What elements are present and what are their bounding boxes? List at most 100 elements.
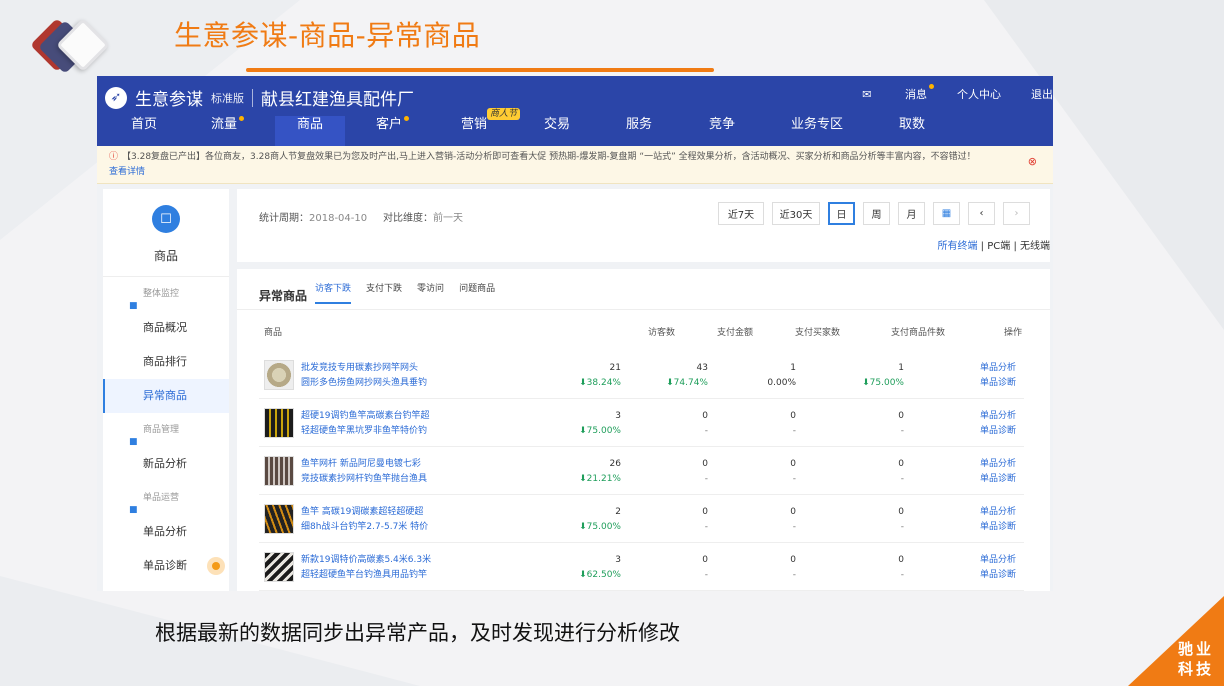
product-thumbnail[interactable] [264, 552, 294, 582]
slide-caption: 根据最新的数据同步出异常产品，及时发现进行分析修改 [155, 621, 680, 645]
sidebar-group: ■ 整体监控 [103, 277, 229, 311]
metric-cell: 0- [898, 411, 904, 436]
metric-cell: 3 ⬇62.50% [579, 555, 621, 580]
sidebar-title: 商品 [153, 249, 178, 263]
table-row: 鱼竿网杆 新品阿尼曼电镀七彩 竞技碳素抄网杆钓鱼竿抛台渔具 26 ⬇21.21% 0- 0… [259, 447, 1024, 495]
last-30-days-button[interactable]: 近30天 [772, 202, 820, 225]
nav-item-marketing[interactable]: 营销 商人节 [461, 108, 521, 146]
nav-item-traffic[interactable]: 流量 [211, 116, 244, 146]
metric-cell: 43 ⬇74.74% [666, 363, 708, 388]
slide-logo [26, 16, 116, 76]
sidebar-group: ■ 单品运营 [103, 481, 229, 515]
arrow-down-icon: ⬇ [579, 474, 587, 484]
messages-link[interactable]: ✉ 消息 [832, 84, 934, 102]
sidebar-item-new-analysis[interactable]: 新品分析 [103, 447, 229, 481]
sidebar-group: ■ 商品管理 [103, 413, 229, 447]
tab-problem-products[interactable]: 问题商品 [459, 281, 495, 304]
divider [237, 309, 1050, 310]
row-actions: 单品分析 单品诊断 [980, 409, 1016, 439]
nav-item-data[interactable]: 取数 [899, 116, 925, 146]
notice-bar: ⓘ 【3.28复盘已产出】各位商友，3.28商人节复盘效果已为您及时产出,马上进入… [97, 146, 1053, 184]
month-button[interactable]: 月 [898, 202, 925, 225]
column-header: 支付金额 [717, 328, 754, 338]
sidebar-item-abnormal[interactable]: 异常商品 [103, 379, 229, 413]
profile-link[interactable]: 个人中心 [957, 86, 1001, 102]
tab-zero-visits[interactable]: 零访问 [417, 281, 444, 304]
week-button[interactable]: 周 [863, 202, 890, 225]
tab-visitor-drop[interactable]: 访客下跌 [315, 281, 352, 304]
metric-cell: 0- [702, 411, 708, 436]
logout-link[interactable]: 退出 [1031, 86, 1053, 102]
app-screenshot: ➶ 生意参谋 标准版 献县红建渔具配件厂 ✉ 消息 个人中心 退出 首页 流量 … [97, 76, 1053, 591]
product-thumbnail[interactable] [264, 456, 294, 486]
column-header: 操作 [1004, 328, 1023, 338]
chevron-right-icon[interactable]: › [1003, 202, 1030, 225]
nav-item-customers[interactable]: 客户 [376, 116, 409, 146]
tab-payment-drop[interactable]: 支付下跌 [366, 281, 402, 304]
single-diagnosis-link[interactable]: 单品诊断 [980, 424, 1016, 439]
top-links: ✉ 消息 个人中心 退出 [802, 84, 1053, 102]
metric-cell: 0- [790, 411, 796, 436]
brand[interactable]: ➶ 生意参谋 标准版 献县红建渔具配件厂 [105, 85, 414, 110]
close-icon[interactable]: ⊗ [1028, 154, 1037, 169]
table-row: 批发竞技专用碳素抄网竿网头 圆形多色捞鱼网抄网头渔具垂钓 21 ⬇38.24% 43 ⬇7… [259, 351, 1024, 399]
single-analysis-link[interactable]: 单品分析 [980, 553, 1016, 568]
notice-text: 【3.28复盘已产出】各位商友，3.28商人节复盘效果已为您及时产出,马上进入营… [122, 152, 976, 162]
column-header: 支付买家数 [795, 328, 841, 338]
single-diagnosis-link[interactable]: 单品诊断 [980, 376, 1016, 391]
sidebar-item-single-analysis[interactable]: 单品分析 [103, 515, 229, 549]
column-header: 支付商品件数 [891, 328, 946, 338]
table-row: 鱼竿 高碳19调碳素超轻超硬超 细8h战斗台钓竿2.7-5.7米 特价 2 ⬇75.0… [259, 495, 1024, 543]
terminal-filter: 所有终端 | PC端 | 无线端 [937, 241, 1050, 252]
metric-cell: 3 ⬇75.00% [579, 411, 621, 436]
product-title-link[interactable]: 超硬19调钓鱼竿高碳素台钓竿超 轻超硬鱼竿黑坑罗非鱼竿特价钓 [301, 409, 429, 439]
product-title-link[interactable]: 批发竞技专用碳素抄网竿网头 圆形多色捞鱼网抄网头渔具垂钓 [301, 361, 427, 391]
period-info: 统计周期：2018-04-10 对比维度：前一天 [259, 213, 464, 224]
product-thumbnail[interactable] [264, 408, 294, 438]
abnormal-products-panel: 异常商品 访客下跌 支付下跌 零访问 问题商品 商品 访客数 支付金额 支付买家… [237, 269, 1050, 591]
metric-cell: 0- [790, 555, 796, 580]
compare-value: 前一天 [433, 213, 464, 224]
metric-cell: 0- [702, 507, 708, 532]
terminal-all[interactable]: 所有终端 [937, 241, 977, 252]
nav-item-home[interactable]: 首页 [131, 116, 157, 146]
single-analysis-link[interactable]: 单品分析 [980, 409, 1016, 424]
sidebar-item-single-diagnosis[interactable]: 单品诊断 [103, 549, 229, 583]
single-analysis-link[interactable]: 单品分析 [980, 361, 1016, 376]
metric-cell: 0- [790, 459, 796, 484]
main-nav: 首页 流量 商品 客户 营销 商人节 交易 服务 竞争 业务专区 取数 [97, 108, 1053, 146]
nav-item-trade[interactable]: 交易 [544, 116, 570, 146]
product-title-link[interactable]: 鱼竿 高碳19调碳素超轻超硬超 细8h战斗台钓竿2.7-5.7米 特价 [301, 505, 428, 535]
metric-cell: 0- [790, 507, 796, 532]
table-row: 超硬19调钓鱼竿高碳素台钓竿超 轻超硬鱼竿黑坑罗非鱼竿特价钓 3 ⬇75.00% 0- 0… [259, 399, 1024, 447]
last-7-days-button[interactable]: 近7天 [718, 202, 764, 225]
product-title-link[interactable]: 鱼竿网杆 新品阿尼曼电镀七彩 竞技碳素抄网杆钓鱼竿抛台渔具 [301, 457, 427, 487]
row-actions: 单品分析 单品诊断 [980, 361, 1016, 391]
product-title-link[interactable]: 新款19调特价高碳素5.4米6.3米 超轻超硬鱼竿台钓渔具用品钓竿 [301, 553, 431, 583]
sidebar-item-ranking[interactable]: 商品排行 [103, 345, 229, 379]
row-actions: 单品分析 单品诊断 [980, 457, 1016, 487]
chevron-left-icon[interactable]: ‹ [968, 202, 995, 225]
column-header: 商品 [264, 328, 283, 338]
sidebar-item-overview[interactable]: 商品概况 [103, 311, 229, 345]
terminal-mobile[interactable]: 无线端 [1020, 241, 1050, 252]
calendar-icon[interactable]: ▦ [933, 202, 960, 225]
product-thumbnail[interactable] [264, 360, 294, 390]
terminal-pc[interactable]: PC端 [987, 241, 1010, 252]
single-analysis-link[interactable]: 单品分析 [980, 457, 1016, 472]
metric-cell: 21 ⬇38.24% [579, 363, 621, 388]
nav-item-business[interactable]: 业务专区 [791, 116, 843, 146]
notice-details-link[interactable]: 查看详情 [109, 167, 145, 177]
nav-item-service[interactable]: 服务 [626, 116, 652, 146]
single-diagnosis-link[interactable]: 单品诊断 [980, 568, 1016, 583]
single-diagnosis-link[interactable]: 单品诊断 [980, 520, 1016, 535]
notification-dot [404, 116, 409, 121]
nav-item-competition[interactable]: 竞争 [709, 116, 735, 146]
metric-cell: 0- [898, 459, 904, 484]
single-diagnosis-link[interactable]: 单品诊断 [980, 472, 1016, 487]
nav-item-products[interactable]: 商品 [275, 116, 345, 146]
product-thumbnail[interactable] [264, 504, 294, 534]
day-button[interactable]: 日 [828, 202, 855, 225]
single-analysis-link[interactable]: 单品分析 [980, 505, 1016, 520]
slide-title: 生意参谋-商品-异常商品 [174, 19, 481, 52]
